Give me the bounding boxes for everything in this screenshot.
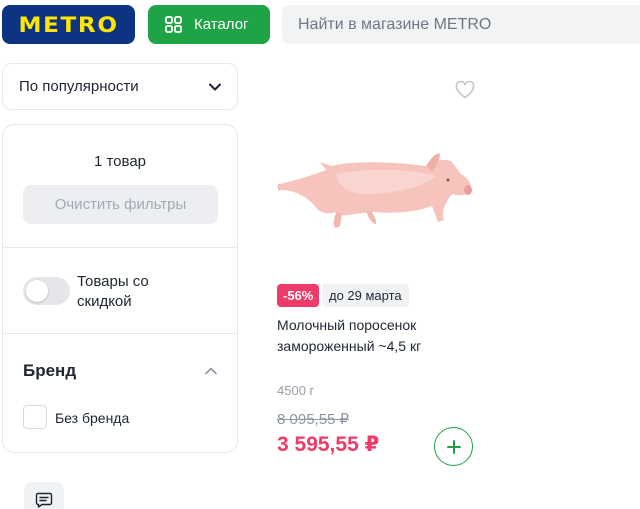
brand-section-title: Бренд: [23, 361, 77, 380]
sort-dropdown[interactable]: По популярности: [2, 63, 238, 110]
catalog-button[interactable]: Каталог: [148, 5, 270, 44]
clear-filters-button[interactable]: Очистить фильтры: [23, 185, 218, 224]
product-title[interactable]: Молочный поросенок замороженный ~4,5 кг: [277, 315, 477, 357]
search-input[interactable]: [282, 5, 640, 44]
divider: [3, 247, 237, 248]
plus-icon: [446, 439, 461, 454]
catalog-label: Каталог: [194, 16, 249, 33]
sort-selected-label: По популярности: [19, 78, 139, 95]
old-price: 8 095,55 ₽: [277, 411, 350, 428]
product-weight: 4500 г: [277, 383, 315, 398]
chevron-up-icon[interactable]: [205, 367, 217, 375]
filter-panel: 1 товар Очистить фильтры Товары со скидк…: [2, 124, 238, 453]
chat-icon: [35, 492, 53, 508]
discount-toggle[interactable]: [23, 277, 70, 305]
new-price: 3 595,55 ₽: [277, 433, 380, 456]
product-image[interactable]: [276, 150, 476, 230]
metro-logo[interactable]: METRO: [2, 5, 135, 44]
header: METRO Каталог: [0, 0, 640, 56]
chevron-down-icon: [209, 83, 221, 90]
brand-option-label: Без бренда: [55, 410, 130, 426]
brand-checkbox-no-brand[interactable]: [23, 405, 47, 429]
promo-until-badge: до 29 марта: [322, 284, 409, 307]
toggle-knob: [26, 280, 48, 302]
grid-icon: [165, 16, 182, 33]
divider: [3, 333, 237, 334]
heart-icon[interactable]: [455, 81, 475, 99]
add-to-cart-button[interactable]: [434, 427, 473, 466]
results-count: 1 товар: [93, 153, 147, 170]
discount-badge: -56%: [277, 284, 320, 307]
logo-text: METRO: [18, 12, 119, 37]
chat-button[interactable]: [24, 482, 64, 509]
discount-toggle-label: Товары со скидкой: [77, 273, 149, 310]
